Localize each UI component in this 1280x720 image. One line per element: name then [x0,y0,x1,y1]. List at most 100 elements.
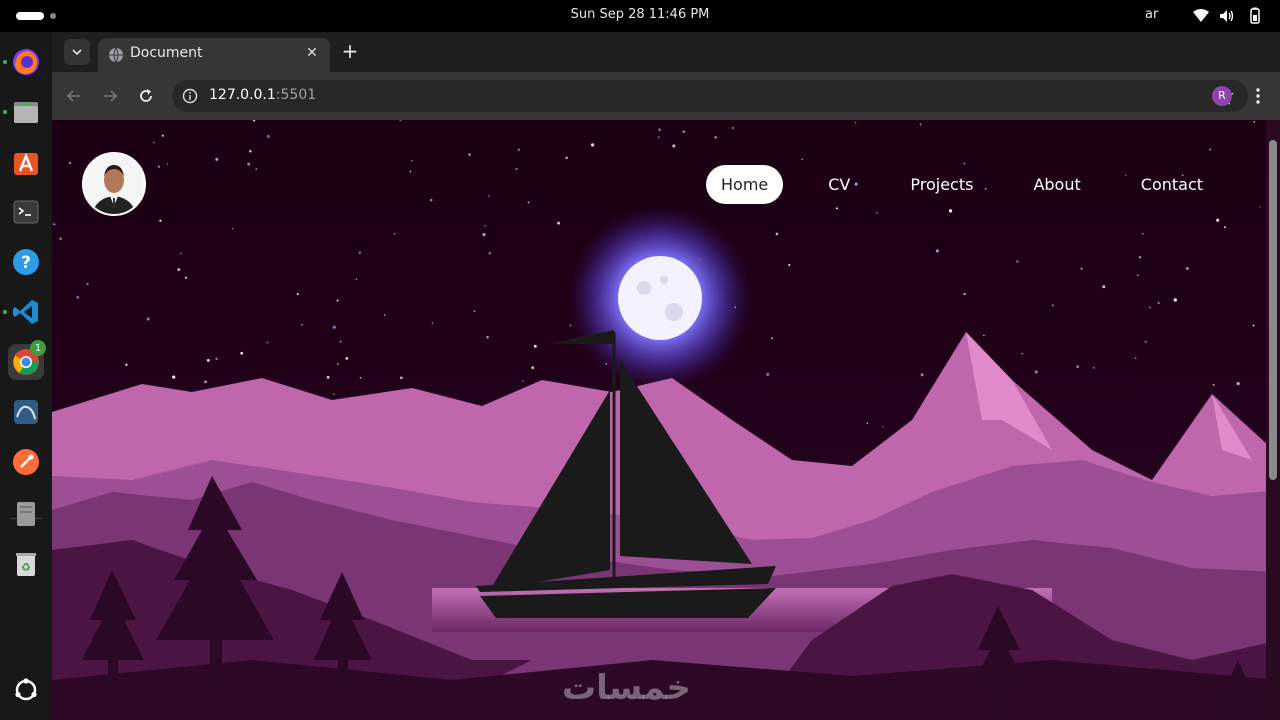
mysql-workbench-icon[interactable] [8,394,44,430]
star [882,425,884,428]
tab-search-button[interactable] [64,39,90,65]
star [249,150,252,153]
ubuntu-dock: ? 1 ♻ [0,32,52,720]
tab-strip: Document ✕ + [52,32,1280,72]
trash-icon[interactable]: ♻ [8,546,44,582]
star [658,128,661,131]
star [484,225,486,227]
forward-button[interactable] [98,84,122,108]
star [1102,285,1106,289]
star [1076,365,1080,368]
moon [618,256,702,340]
firefox-icon[interactable] [8,44,44,80]
more-menu-icon[interactable] [1248,86,1268,106]
star [409,170,412,173]
info-icon[interactable] [182,88,198,104]
star [146,317,150,321]
star [714,136,717,139]
star [204,380,208,384]
close-icon[interactable]: ✕ [302,43,322,63]
chevron-down-icon [72,49,82,56]
star [76,295,80,299]
star [531,366,535,370]
star [86,282,89,286]
battery-icon[interactable] [1246,7,1264,25]
star [1016,260,1019,263]
tab-document[interactable]: Document ✕ [98,38,330,72]
star [487,195,490,197]
back-button[interactable] [62,84,86,108]
star [177,268,181,272]
star [876,211,878,214]
page-scrollbar[interactable] [1266,120,1280,720]
star [59,237,62,240]
star [919,123,922,126]
star [430,198,433,202]
url-text: 127.0.0.1:5501 [209,87,316,103]
nav-contact[interactable]: Contact [1126,165,1218,204]
star [166,163,169,165]
profile-photo[interactable] [82,152,146,216]
star [301,323,303,326]
chrome-icon[interactable]: 1 [8,340,46,380]
profile-avatar[interactable]: R [1212,86,1232,106]
star [399,376,403,380]
volume-icon[interactable] [1218,7,1236,25]
star [53,223,56,226]
star [215,357,218,361]
star [473,310,476,313]
star [672,144,676,148]
star [775,232,779,236]
star [770,336,774,340]
wifi-icon[interactable] [1192,7,1210,25]
url-host: 127.0.0.1 [209,87,276,103]
new-tab-button[interactable]: + [338,40,362,64]
reload-button[interactable] [134,84,158,108]
star [125,363,128,366]
disk-image-icon[interactable] [8,496,44,532]
files-icon[interactable] [8,94,44,130]
star [801,158,804,161]
star [854,121,857,124]
star [1236,381,1240,386]
app-center-icon[interactable] [8,144,44,180]
star [766,372,770,377]
star [565,156,568,160]
url-port: :5501 [275,87,317,103]
star [983,334,985,337]
running-indicator [3,310,7,314]
star [336,363,339,366]
star [332,325,336,329]
terminal-icon[interactable] [8,194,44,230]
nav-about[interactable]: About [1018,165,1095,204]
star [345,357,349,360]
star [1051,304,1054,307]
vscode-icon[interactable] [8,294,44,330]
help-icon[interactable]: ? [8,244,44,280]
star [179,252,182,255]
star [557,221,561,225]
postman-icon[interactable] [8,444,44,480]
nav-home[interactable]: Home [706,164,784,204]
keyboard-language[interactable]: ar [1145,7,1158,22]
star [431,322,434,324]
star [835,207,838,210]
star [527,201,530,204]
show-apps-icon[interactable] [8,672,44,708]
star [657,136,660,139]
page-viewport: Home CV Projects About Contact خمسات [52,120,1280,720]
star [339,340,342,343]
nav-projects[interactable]: Projects [895,165,988,204]
star [1034,370,1038,374]
arrow-right-icon [104,90,118,102]
star [1136,274,1139,277]
nav-cv[interactable]: CV [813,165,865,204]
star [1259,206,1261,208]
address-bar[interactable]: 127.0.0.1:5501 [172,80,1248,112]
scrollbar-thumb[interactable] [1269,140,1277,480]
arrow-left-icon [66,90,80,102]
system-clock[interactable]: Sun Sep 28 11:46 PM [0,7,1280,22]
star [161,134,164,137]
star [255,168,257,170]
star [333,393,335,395]
